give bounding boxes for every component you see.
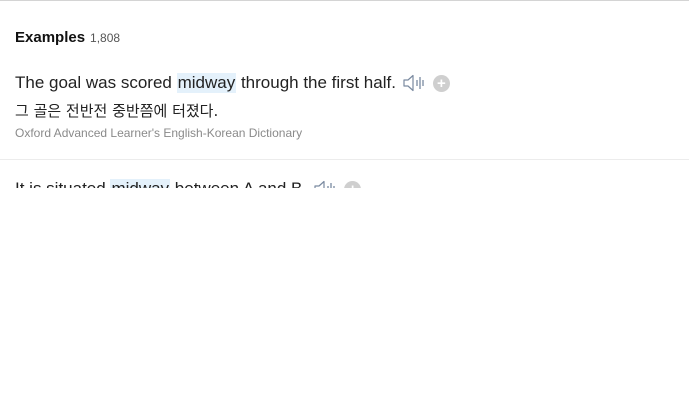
speaker-icon[interactable] [313, 179, 337, 188]
add-to-wordbook-button[interactable]: + [344, 180, 362, 188]
example-source[interactable]: Oxford Advanced Learner's English-Korean… [15, 126, 689, 140]
sentence-text: between A and B. [170, 179, 307, 188]
highlighted-keyword: midway [176, 73, 237, 93]
example-translation: 그 골은 전반전 중반쯤에 터졌다. [15, 102, 219, 120]
examples-list: The goal was scored midway through the f… [0, 61, 689, 188]
sentence-text: through the first half. [236, 73, 396, 92]
speaker-icon[interactable] [402, 73, 426, 93]
section-title: Examples [15, 29, 86, 46]
examples-page: Examples 1,808 The goal was scored midwa… [0, 0, 689, 409]
example-sentence: The goal was scored midway through the f… [15, 61, 689, 95]
add-to-wordbook-button[interactable]: + [432, 74, 450, 92]
example-sentence: It is situated midway between A and B. + [15, 177, 689, 188]
sentence-text: The goal was scored [15, 73, 177, 92]
example-item: It is situated midway between A and B. + [0, 160, 689, 188]
example-item: The goal was scored midway through the f… [0, 61, 689, 160]
sentence-text: It is situated [15, 179, 110, 188]
examples-count: 1,808 [90, 31, 121, 45]
examples-header: Examples 1,808 [15, 29, 120, 46]
highlighted-keyword: midway [110, 179, 171, 188]
